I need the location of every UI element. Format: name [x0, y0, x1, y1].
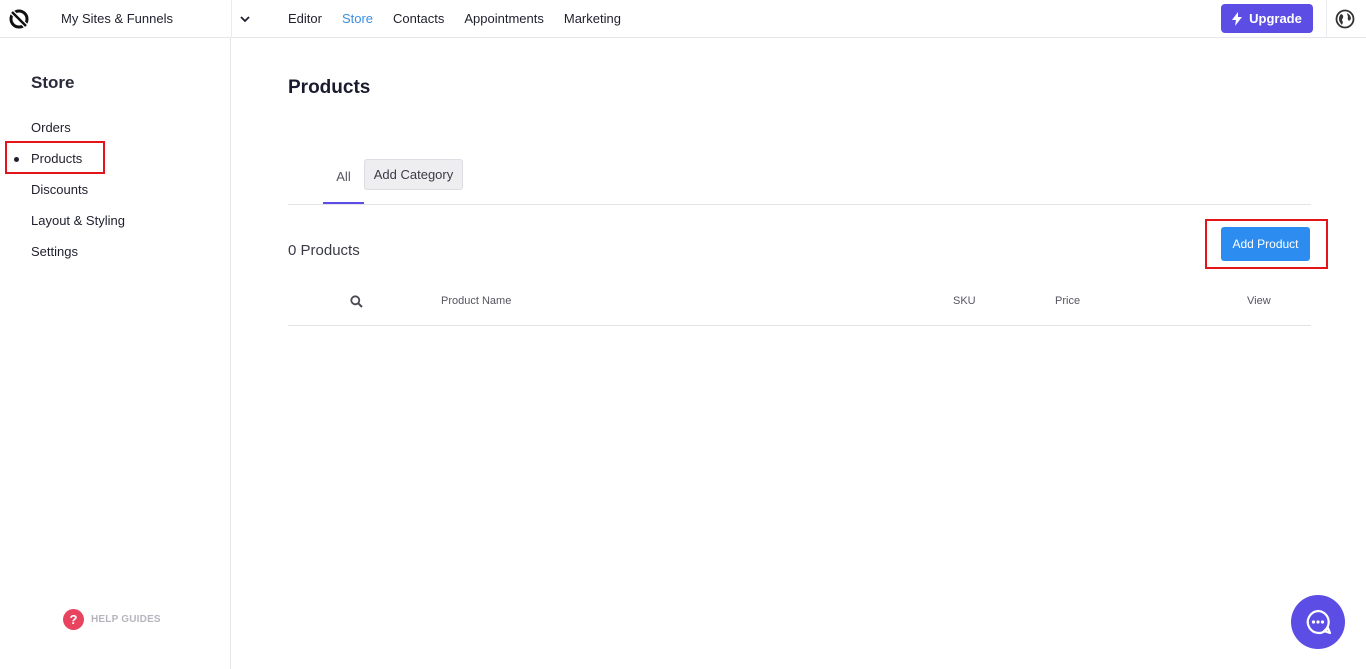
upgrade-button[interactable]: Upgrade	[1221, 4, 1313, 33]
sidebar-item-settings[interactable]: Settings	[31, 244, 78, 259]
page-title: Products	[288, 77, 371, 98]
sidebar-item-orders[interactable]: Orders	[31, 120, 71, 135]
upgrade-label: Upgrade	[1249, 11, 1302, 26]
sidebar: Store Orders Products Discounts Layout &…	[0, 38, 231, 669]
tabs-divider	[288, 204, 1311, 205]
search-icon[interactable]	[350, 295, 363, 308]
help-guides-label: HELP GUIDES	[91, 614, 161, 625]
nav-marketing[interactable]: Marketing	[564, 11, 621, 26]
site-selector[interactable]: My Sites & Funnels	[36, 0, 250, 38]
globe-icon	[1335, 9, 1355, 29]
chat-icon	[1306, 609, 1332, 635]
lightning-icon	[1232, 11, 1243, 26]
tab-all[interactable]: All	[323, 159, 364, 203]
add-product-button[interactable]: Add Product	[1221, 227, 1310, 261]
chevron-down-icon	[240, 16, 250, 23]
question-icon: ?	[63, 609, 84, 630]
active-indicator-dot	[14, 157, 19, 162]
top-bar: My Sites & Funnels Editor Store Contacts…	[0, 0, 1366, 38]
sidebar-title: Store	[31, 73, 75, 92]
sidebar-item-discounts[interactable]: Discounts	[31, 182, 88, 197]
column-header-view[interactable]: View	[1247, 295, 1271, 307]
logo-icon[interactable]	[8, 8, 30, 30]
sidebar-item-label: Products	[31, 151, 83, 166]
column-header-product-name[interactable]: Product Name	[441, 295, 511, 307]
nav-appointments[interactable]: Appointments	[464, 11, 544, 26]
products-count: 0 Products	[288, 242, 360, 259]
column-header-sku[interactable]: SKU	[953, 295, 976, 307]
main-nav: Editor Store Contacts Appointments Marke…	[288, 11, 641, 26]
chat-button[interactable]	[1291, 595, 1345, 649]
site-selector-label: My Sites & Funnels	[61, 11, 173, 26]
nav-store[interactable]: Store	[342, 11, 373, 26]
nav-editor[interactable]: Editor	[288, 11, 322, 26]
add-category-button[interactable]: Add Category	[364, 159, 463, 190]
products-table-header: Product Name SKU Price View	[288, 281, 1311, 326]
nav-contacts[interactable]: Contacts	[393, 11, 444, 26]
sidebar-item-layout-styling[interactable]: Layout & Styling	[31, 213, 125, 228]
help-guides-link[interactable]: ? HELP GUIDES	[63, 609, 161, 630]
language-selector[interactable]	[1326, 0, 1366, 38]
sidebar-item-products[interactable]: Products	[14, 151, 83, 166]
column-header-price[interactable]: Price	[1055, 295, 1080, 307]
